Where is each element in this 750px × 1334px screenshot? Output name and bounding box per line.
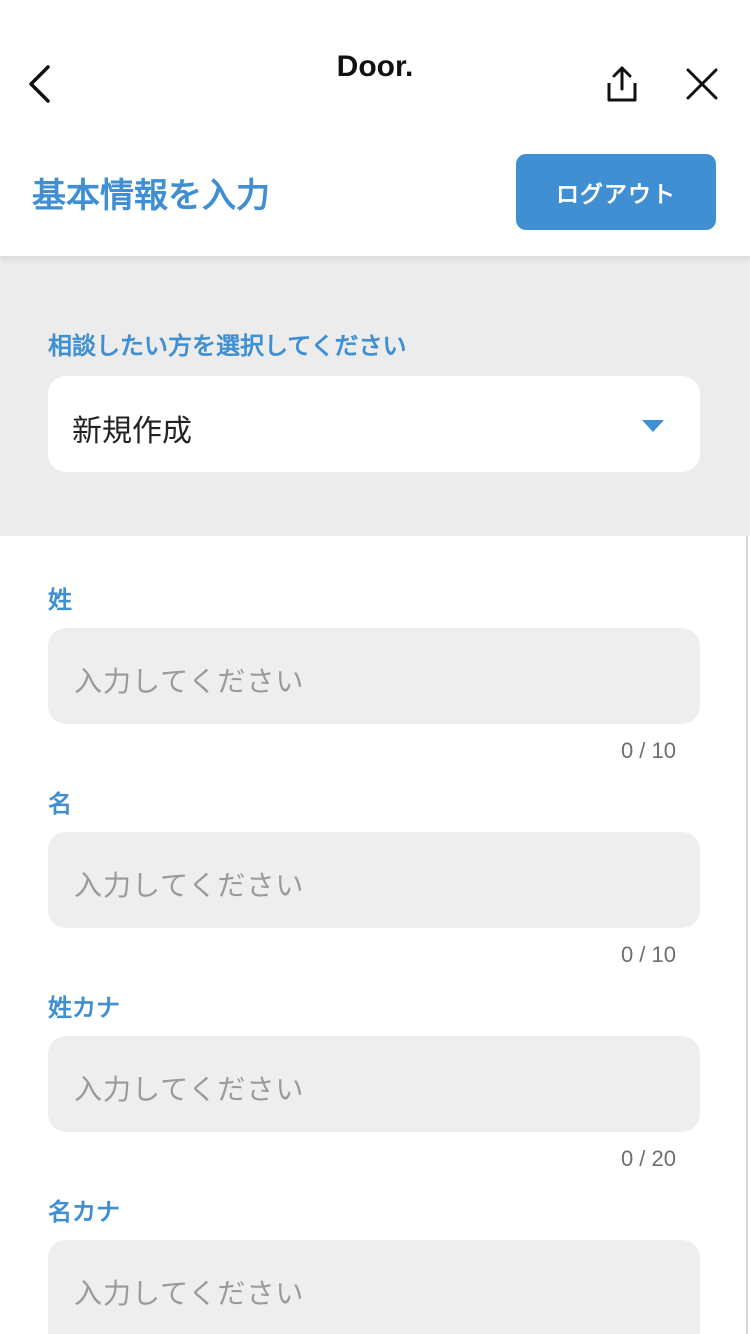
form-header: 基本情報を入力 ログアウト	[0, 130, 750, 256]
top-nav-bar: Door.	[0, 0, 750, 130]
last-name-label: 姓	[48, 586, 72, 614]
share-icon	[607, 66, 637, 102]
share-button[interactable]	[596, 58, 648, 110]
first-name-label: 名	[48, 790, 72, 818]
last-name-char-count: 0 / 10	[620, 738, 676, 763]
first-name-kana-input[interactable]: 入力してください	[48, 1240, 700, 1334]
first-name-placeholder: 入力してください	[74, 869, 305, 902]
consultant-select-label: 相談したい方を選択してください	[48, 332, 407, 360]
close-icon	[686, 68, 718, 100]
consultant-select-section: 相談したい方を選択してください 新規作成	[0, 256, 750, 536]
consultant-select-value: 新規作成	[72, 414, 192, 449]
first-name-char-count: 0 / 10	[620, 942, 676, 967]
consultant-select[interactable]: 新規作成	[48, 376, 700, 472]
first-name-kana-placeholder: 入力してください	[74, 1277, 305, 1310]
last-name-kana-placeholder: 入力してください	[74, 1073, 305, 1106]
last-name-input[interactable]: 入力してください	[48, 628, 700, 724]
form-title: 基本情報を入力	[32, 176, 270, 216]
logout-button[interactable]: ログアウト	[516, 154, 716, 230]
first-name-input[interactable]: 入力してください	[48, 832, 700, 928]
caret-down-icon	[642, 420, 664, 432]
last-name-kana-label: 姓カナ	[48, 994, 120, 1022]
last-name-kana-char-count: 0 / 20	[620, 1146, 676, 1171]
last-name-placeholder: 入力してください	[74, 665, 305, 698]
last-name-kana-input[interactable]: 入力してください	[48, 1036, 700, 1132]
first-name-kana-label: 名カナ	[48, 1198, 120, 1226]
close-button[interactable]	[676, 58, 728, 110]
